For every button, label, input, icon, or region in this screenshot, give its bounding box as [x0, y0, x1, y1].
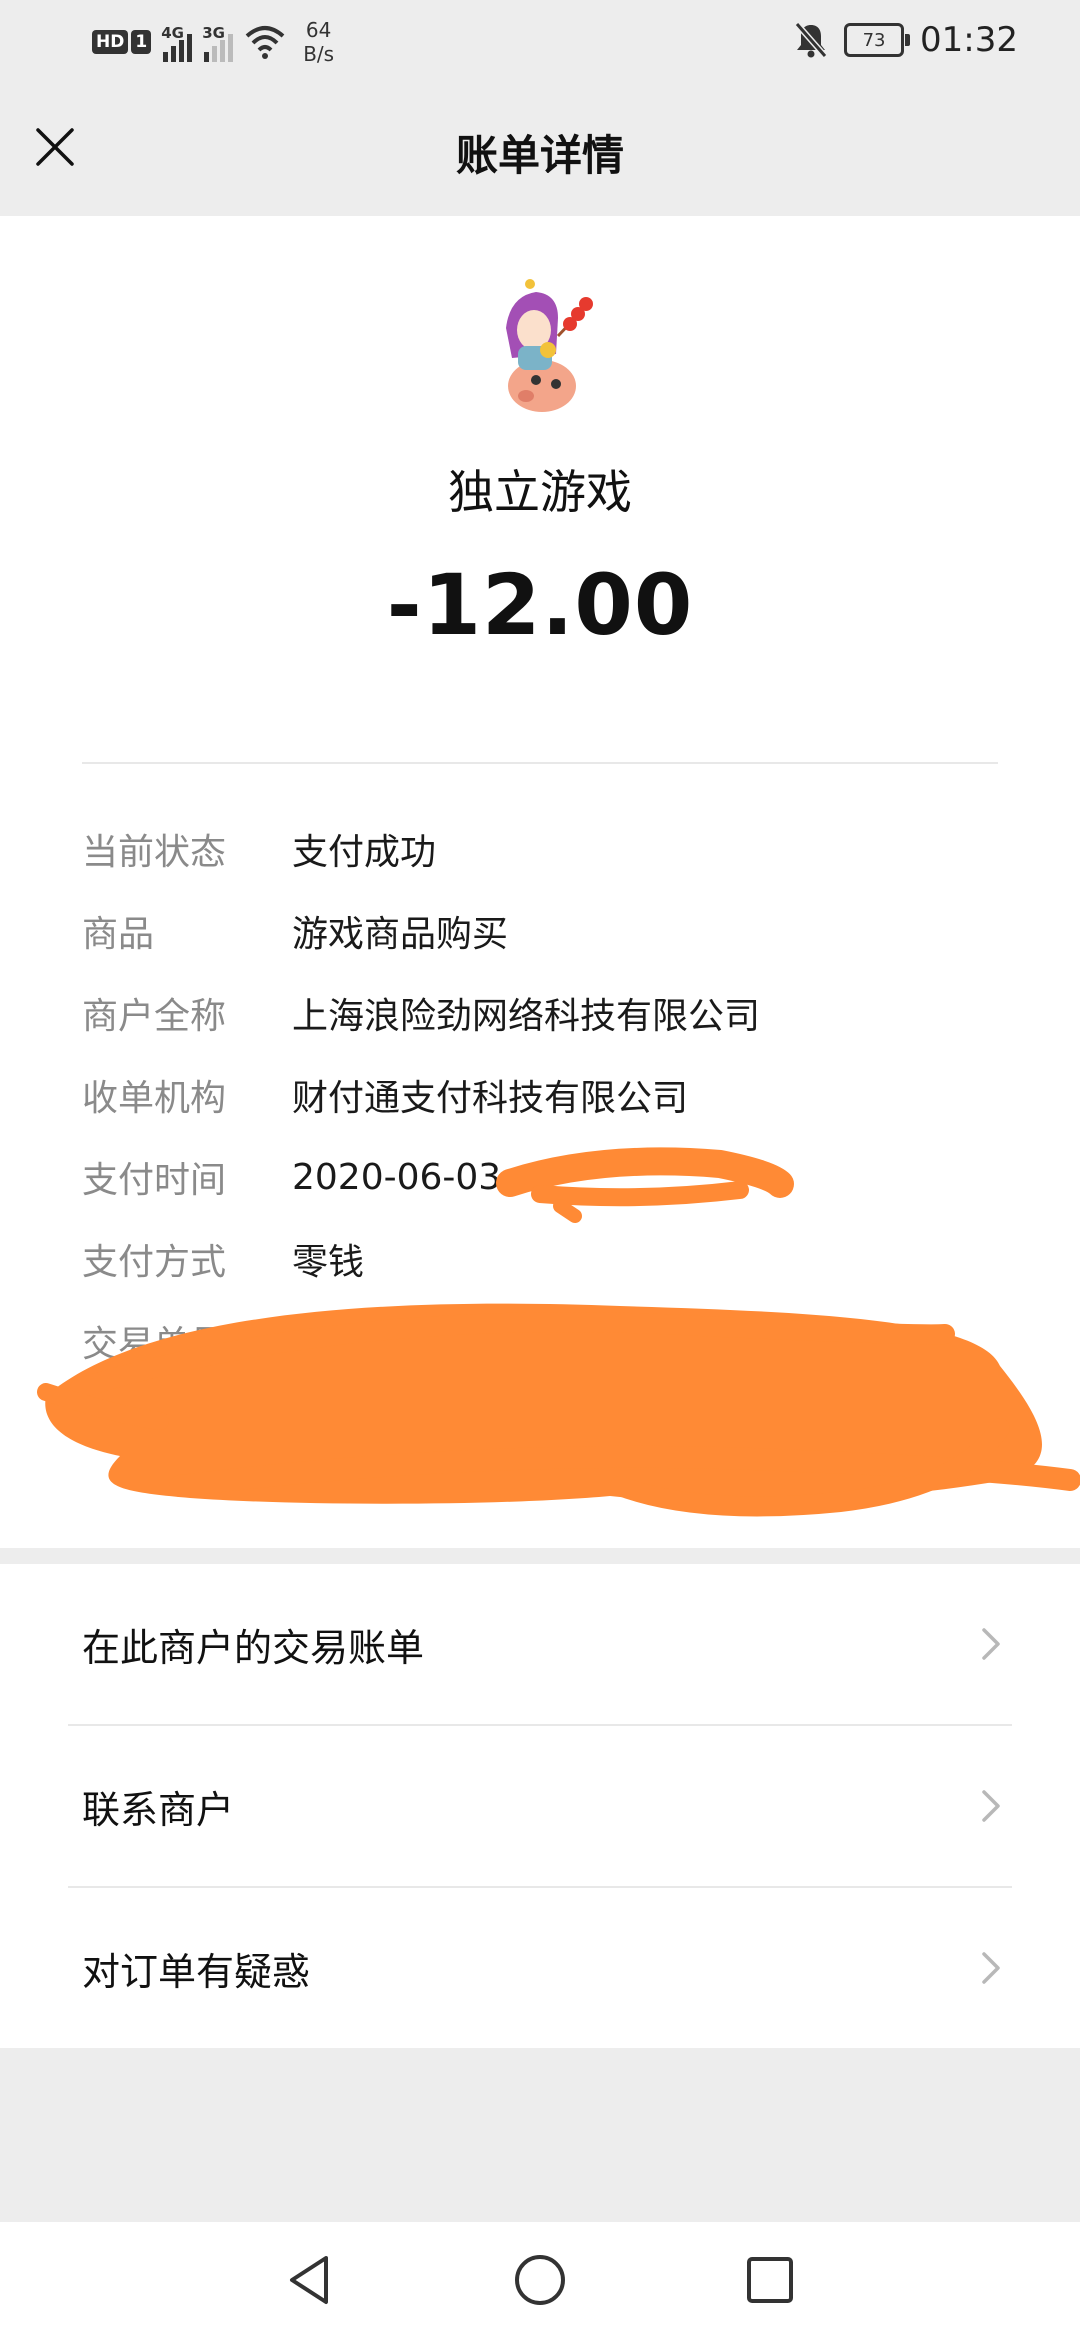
speed-unit: B/s [303, 42, 335, 66]
detail-row-status: 当前状态 支付成功 [82, 808, 998, 890]
detail-label: 当前状态 [82, 832, 227, 873]
nav-bar: 账单详情 [0, 84, 1080, 216]
detail-row-pay-method: 支付方式 零钱 [82, 1218, 998, 1300]
bill-card: 独立游戏 -12.00 当前状态 支付成功 商品 游戏商品购买 商户全称 上海浪… [0, 216, 1080, 1548]
chevron-right-icon [982, 1628, 1000, 1660]
speed-value: 64 [305, 18, 332, 42]
hd-label: HD [92, 30, 129, 54]
detail-label: 商户全称 [82, 996, 227, 1037]
bell-muted-icon [794, 22, 828, 58]
chevron-right-icon [982, 1952, 1000, 1984]
detail-value: 上海浪险劲网络科技有限公司 [292, 996, 761, 1037]
sim-label: 1 [131, 30, 152, 54]
contact-merchant-link[interactable]: 联系商户 [68, 1726, 1012, 1888]
divider [82, 762, 998, 764]
detail-row-acquirer: 收单机构 财付通支付科技有限公司 [82, 1054, 998, 1136]
detail-label: 交易单号 [82, 1324, 227, 1365]
link-label: 对订单有疑惑 [82, 1949, 311, 1994]
battery-level: 73 [862, 29, 886, 51]
detail-label: 收单机构 [82, 1078, 227, 1119]
wifi-icon [245, 26, 285, 59]
detail-value: 支付成功 [292, 832, 437, 873]
back-icon[interactable] [280, 2250, 340, 2310]
signal-4g-icon: 4G [161, 22, 193, 62]
battery-icon: 73 [844, 23, 911, 57]
page-title: 账单详情 [455, 131, 624, 180]
chevron-right-icon [982, 1790, 1000, 1822]
status-time: 01:32 [920, 20, 1018, 60]
system-nav-bar [0, 2222, 1080, 2340]
network-4g-label: 4G [161, 24, 184, 42]
detail-value: 2020-06-03 [292, 1156, 502, 1198]
status-right: 73 01:32 [794, 20, 1018, 60]
order-question-link[interactable]: 对订单有疑惑 [68, 1888, 1012, 2048]
home-icon[interactable] [510, 2250, 570, 2310]
status-bar: HD 1 4G 3G 64 B/s 73 01:32 [0, 0, 1080, 84]
link-label: 在此商户的交易账单 [82, 1625, 425, 1670]
merchant-name: 独立游戏 [448, 465, 632, 519]
detail-label: 商品 [82, 914, 155, 955]
detail-row-merchant-order-id: 商户单号 [82, 1382, 998, 1464]
network-3g-label: 3G [202, 24, 225, 42]
merchant-avatar [466, 274, 614, 422]
detail-label: 支付时间 [82, 1160, 227, 1201]
payment-amount: -12.00 [386, 556, 694, 654]
detail-value: 游戏商品购买 [292, 914, 509, 955]
recents-icon[interactable] [740, 2250, 800, 2310]
link-label: 联系商户 [82, 1787, 235, 1832]
detail-value: 财付通支付科技有限公司 [292, 1078, 689, 1119]
detail-row-pay-time: 支付时间 2020-06-03 [82, 1136, 998, 1218]
detail-row-transaction-id: 交易单号 [82, 1300, 998, 1382]
merchant-bills-link[interactable]: 在此商户的交易账单 [68, 1564, 1012, 1726]
detail-label: 支付方式 [82, 1242, 227, 1283]
detail-value: 零钱 [292, 1242, 365, 1283]
detail-list: 当前状态 支付成功 商品 游戏商品购买 商户全称 上海浪险劲网络科技有限公司 收… [82, 808, 998, 1464]
status-left: HD 1 4G 3G 64 B/s [92, 18, 334, 66]
detail-label: 商户单号 [82, 1406, 227, 1447]
detail-row-merchant-name: 商户全称 上海浪险劲网络科技有限公司 [82, 972, 998, 1054]
signal-3g-icon: 3G [202, 22, 234, 62]
detail-row-product: 商品 游戏商品购买 [82, 890, 998, 972]
action-list: 在此商户的交易账单 联系商户 对订单有疑惑 [0, 1564, 1080, 2048]
network-speed: 64 B/s [303, 18, 334, 66]
hd-badge: HD 1 [92, 30, 152, 54]
